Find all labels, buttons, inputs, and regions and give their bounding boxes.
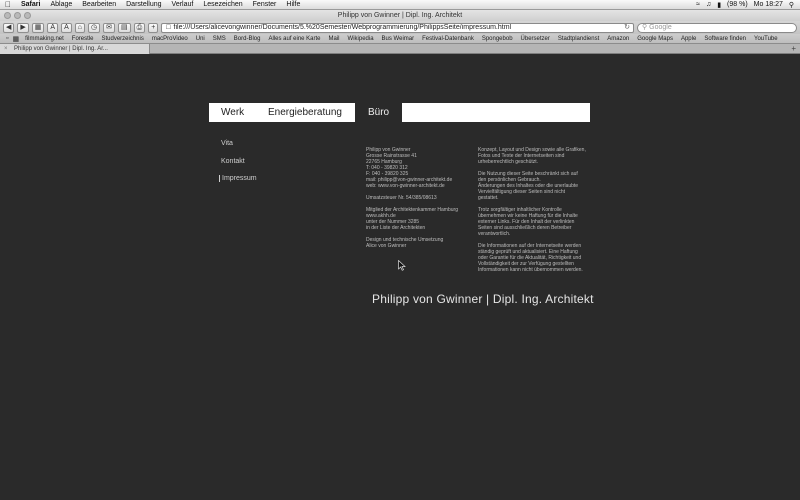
add-bookmark-icon[interactable]: + [148, 22, 159, 33]
menu-bearbeiten[interactable]: Bearbeiten [77, 1, 121, 8]
bookmark-youtube[interactable]: YouTube [750, 36, 782, 42]
home-icon[interactable]: ⌂ [74, 22, 85, 33]
impressum-legal-column: Konzept, Layout und Design sowie alle Gr… [478, 147, 586, 279]
col1-paragraph: Umsatzsteuer Nr. 54/385/08613 [366, 195, 458, 201]
col2-paragraph: Konzept, Layout und Design sowie alle Gr… [478, 147, 586, 165]
address-text: file:///Users/alicevongwinner/Documents/… [173, 23, 512, 31]
nav-werk[interactable]: Werk [221, 103, 244, 122]
bookmark-amazon[interactable]: Amazon [603, 36, 633, 42]
col2-line: Informationen kann nicht übernommen werd… [478, 267, 583, 273]
nav-energieberatung[interactable]: Energieberatung [268, 103, 342, 122]
window-title: Philipp von Gwinner | Dipl. Ing. Archite… [337, 12, 463, 19]
back-button[interactable]: ◀ [3, 22, 15, 33]
bookmark-forestle[interactable]: Forestle [68, 36, 98, 42]
close-window-icon[interactable] [4, 12, 11, 19]
bookmark-mail[interactable]: Mail [325, 36, 344, 42]
bookmark-alles-auf-eine-karte[interactable]: Alles auf eine Karte [264, 36, 324, 42]
window-controls [4, 12, 31, 19]
search-placeholder: Google [649, 23, 672, 31]
col1-line: Alice von Gwinner [366, 243, 407, 249]
mail-icon[interactable]: ✉ [103, 22, 115, 33]
menu-lesezeichen[interactable]: Lesezeichen [198, 1, 247, 8]
status-area: ≈ ♫ ▮ (98 %) Mo 18:27 ⚲ [696, 1, 800, 9]
bookmarks-bar: ▫ ▦ filmmaking.net Forestle Studverzeich… [0, 34, 800, 44]
col2-line: verantwortlich. [478, 231, 511, 237]
spotlight-icon[interactable]: ⚲ [789, 1, 794, 9]
menu-ablage[interactable]: Ablage [45, 1, 77, 8]
mouse-cursor-icon [398, 260, 406, 271]
volume-icon[interactable]: ♫ [706, 1, 711, 8]
menu-app-safari[interactable]: Safari [16, 1, 45, 8]
site-navbar: Werk Energieberatung Büro [209, 103, 590, 122]
bookmark-uebersetzer[interactable]: Übersetzer [517, 36, 554, 42]
window-titlebar: Philipp von Gwinner | Dipl. Ing. Archite… [0, 10, 800, 21]
bookmark-bord-blog[interactable]: Bord-Blog [230, 36, 265, 42]
tab-impressum[interactable]: × Philipp von Gwinner | Dipl. Ing. Ar... [0, 44, 150, 54]
reload-icon[interactable]: ↻ [624, 24, 633, 32]
search-icon: ⚲ [642, 23, 648, 31]
forward-button[interactable]: ▶ [17, 22, 29, 33]
text-larger-button[interactable]: A [61, 22, 72, 33]
subnav-vita[interactable]: Vita [221, 140, 233, 147]
bookmark-software-finden[interactable]: Software finden [700, 36, 750, 42]
apple-menu-icon[interactable]:  [0, 0, 16, 9]
bookmark-bus-weimar[interactable]: Bus Weimar [378, 36, 419, 42]
menu-darstellung[interactable]: Darstellung [121, 1, 166, 8]
bookmark-spongebob[interactable]: Spongebob [478, 36, 517, 42]
bookmark-sms[interactable]: SMS [209, 36, 230, 42]
wifi-icon[interactable]: ≈ [696, 1, 700, 8]
col1-paragraph: Design und technische Umsetzung Alice von… [366, 237, 458, 249]
search-field[interactable]: ⚲ Google [637, 22, 797, 33]
close-tab-icon[interactable]: × [4, 44, 8, 54]
col1-line: in der Liste der Architekten [366, 225, 426, 231]
menu-fenster[interactable]: Fenster [248, 1, 282, 8]
col1-paragraph: Mitglied der Architektenkammer Hamburg ww… [366, 207, 458, 231]
bookmark-studverzeichnis[interactable]: Studverzeichnis [97, 36, 147, 42]
address-bar[interactable]: □ file:///Users/alicevongwinner/Document… [161, 22, 634, 33]
col1-line: Umsatzsteuer Nr. 54/385/08613 [366, 195, 437, 201]
col2-line: urheberrechtlich geschützt. [478, 159, 539, 165]
bookmark-stadtplandienst[interactable]: Stadtplandienst [554, 36, 603, 42]
bookmark-wikipedia[interactable]: Wikipedia [344, 36, 378, 42]
zoom-window-icon[interactable] [24, 12, 31, 19]
col2-paragraph: Die Nutzung dieser Seite beschränkt sich… [478, 171, 586, 201]
bookmark-filmmaking[interactable]: filmmaking.net [21, 36, 68, 42]
bookmark-macprovideo[interactable]: macProVideo [148, 36, 192, 42]
minimize-window-icon[interactable] [14, 12, 21, 19]
subnav-impressum[interactable]: Impressum [219, 175, 257, 182]
site-footer-title: Philipp von Gwinner | Dipl. Ing. Archite… [372, 292, 594, 306]
bookmark-uni[interactable]: Uni [192, 36, 209, 42]
col1-paragraph: Philipp von Gwinner Grosse Rainstrasse 41… [366, 147, 458, 189]
col2-line: gestattet. [478, 195, 499, 201]
bookmark-google-maps[interactable]: Google Maps [633, 36, 677, 42]
top-sites-icon[interactable]: ▦ [31, 22, 45, 33]
battery-percent: (98 %) [727, 1, 748, 8]
autofill-icon[interactable]: ▤ [117, 22, 131, 33]
bookmark-apple[interactable]: Apple [677, 36, 700, 42]
tab-bar: × Philipp von Gwinner | Dipl. Ing. Ar...… [0, 44, 800, 54]
system-menubar:  Safari Ablage Bearbeiten Darstellung V… [0, 0, 800, 10]
menubar-clock[interactable]: Mo 18:27 [754, 1, 783, 8]
print-icon[interactable]: ⎙ [133, 22, 146, 33]
page-file-icon: □ [166, 23, 171, 31]
col1-line: web: www.von-gwinner-architekt.de [366, 183, 445, 189]
tab-label: Philipp von Gwinner | Dipl. Ing. Ar... [14, 46, 108, 52]
menu-hilfe[interactable]: Hilfe [281, 1, 305, 8]
new-tab-icon[interactable]: + [791, 44, 796, 54]
show-all-bookmarks-icon[interactable]: ▦ [10, 35, 21, 43]
col2-paragraph: Trotz sorgfältiger inhaltlicher Kontroll… [478, 207, 586, 237]
impressum-contact-column: Philipp von Gwinner Grosse Rainstrasse 41… [366, 147, 458, 255]
browser-toolbar: ◀ ▶ ▦ A A ⌂ ◷ ✉ ▤ ⎙ + □ file:///Users/al… [0, 21, 800, 34]
menu-verlauf[interactable]: Verlauf [167, 1, 199, 8]
history-icon[interactable]: ◷ [87, 22, 101, 33]
subnav-kontakt[interactable]: Kontakt [221, 158, 245, 165]
nav-buero[interactable]: Büro [355, 103, 403, 122]
text-smaller-button[interactable]: A [47, 22, 59, 33]
battery-icon[interactable]: ▮ [717, 1, 721, 9]
bookmark-festival-datenbank[interactable]: Festival-Datenbank [418, 36, 478, 42]
col2-paragraph: Die Informationen auf der Internetseite … [478, 243, 586, 273]
